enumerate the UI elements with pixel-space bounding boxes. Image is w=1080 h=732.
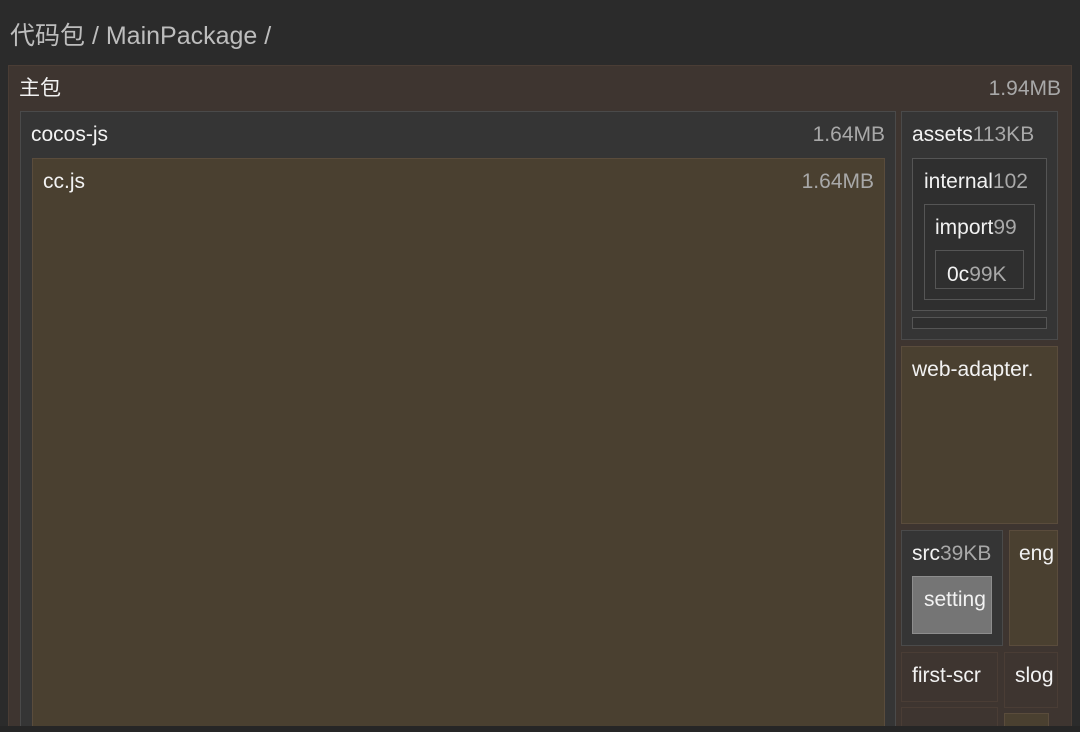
treemap-node-cc-js[interactable]: cc.js 1.64MB (32, 158, 885, 732)
node-size: 39KB (940, 542, 992, 565)
node-size: 1.64MB (812, 123, 885, 146)
node-header: eng (1010, 531, 1057, 577)
node-header: slog (1005, 653, 1057, 699)
treemap-node-small[interactable] (912, 317, 1047, 329)
node-size: 99K (969, 263, 1007, 286)
node-label: internal (924, 170, 993, 193)
node-size: 1.64MB (801, 170, 874, 193)
treemap-node-web-adapter[interactable]: web-adapter. (901, 346, 1058, 524)
node-label: slog (1015, 664, 1054, 687)
node-label: cocos-js (31, 123, 109, 146)
node-size: 99 (993, 216, 1017, 239)
node-header: web-adapter. (902, 347, 1057, 393)
treemap-node-eng[interactable]: eng (1009, 530, 1058, 646)
node-header: 0c99K (936, 251, 1023, 288)
treemap-node-settings[interactable]: setting (912, 576, 992, 634)
node-label: assets (912, 123, 973, 146)
node-label: 主包 (19, 77, 61, 100)
window-bottom-edge (0, 726, 1080, 732)
breadcrumb[interactable]: 代码包 / MainPackage / (10, 16, 271, 52)
node-label: web-adapter. (912, 358, 1034, 381)
node-header: first-scr (902, 653, 997, 699)
treemap-node-slog[interactable]: slog (1004, 652, 1058, 708)
node-header: internal102 (913, 159, 1046, 205)
node-label: eng (1019, 542, 1055, 565)
node-header: setting (913, 577, 991, 623)
node-header: import99 (925, 205, 1034, 251)
node-size: 1.94MB (988, 77, 1061, 100)
node-label: src (912, 542, 940, 565)
treemap-node-0c[interactable]: 0c99K (935, 250, 1024, 289)
node-label: 0c (947, 263, 970, 286)
node-header: assets113KB (902, 112, 1057, 158)
node-header: 主包 1.94MB (9, 66, 1071, 112)
node-label: setting (924, 588, 986, 611)
node-header: src39KB (902, 531, 1002, 577)
node-size: 113KB (972, 123, 1035, 146)
node-header: cocos-js 1.64MB (21, 112, 895, 158)
treemap-node-first-scr[interactable]: first-scr (901, 652, 998, 702)
node-size: 102 (992, 170, 1028, 193)
node-label: import (935, 216, 994, 239)
node-label: first-scr (912, 664, 981, 687)
node-label: cc.js (43, 170, 85, 193)
node-header: cc.js 1.64MB (33, 159, 884, 205)
